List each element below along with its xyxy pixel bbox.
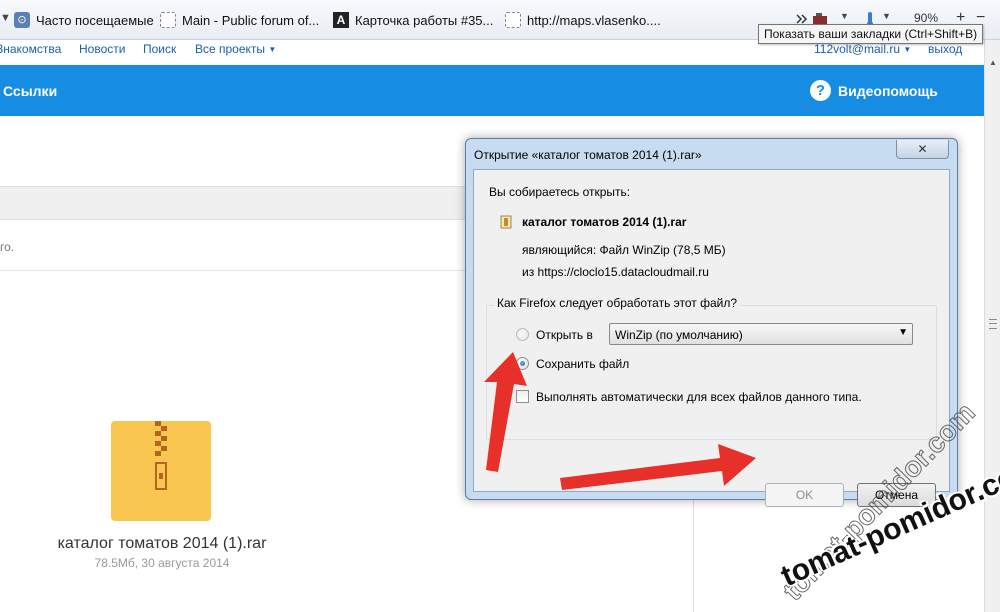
file-source-line: из https://cloclo15.datacloudmail.ru (522, 265, 709, 279)
page-icon (160, 12, 176, 28)
section-title[interactable]: Ссылки (3, 83, 57, 99)
dialog-title: Открытие «каталог томатов 2014 (1).rar» (474, 148, 702, 162)
open-file-dialog: Открытие «каталог томатов 2014 (1).rar» … (465, 138, 958, 507)
save-file-radio[interactable] (516, 357, 529, 370)
scroll-up-icon[interactable]: ▲ (989, 58, 997, 67)
chevron-down-icon: ▼ (898, 327, 908, 338)
a-logo-icon: A (333, 12, 349, 28)
file-name: каталог томатов 2014 (1).rar (57, 535, 267, 552)
nav-news-link[interactable]: Новости (79, 42, 125, 56)
page-icon (505, 12, 521, 28)
bookmark-label: Часто посещаемые (36, 12, 154, 28)
user-email: 112volt@mail.ru (814, 42, 900, 56)
auto-action-checkbox[interactable] (516, 390, 529, 403)
nav-all-projects-label: Все проекты (195, 42, 266, 56)
rar-archive-icon[interactable] (111, 421, 211, 521)
bookmarks-overflow-arrow-icon[interactable]: ▼ (0, 12, 11, 24)
dialog-body: Вы собираетесь открыть: каталог томатов … (473, 169, 950, 507)
most-visited-icon: ⊙ (14, 12, 30, 28)
file-type-line: являющийся: Файл WinZip (78,5 МБ) (522, 243, 726, 257)
caret-down-icon: ▼ (903, 45, 912, 54)
auto-action-label[interactable]: Выполнять автоматически для всех файлов … (536, 390, 862, 404)
save-file-label[interactable]: Сохранить файл (536, 357, 629, 371)
bookmark-label: http://maps.vlasenko.... (527, 12, 661, 28)
vertical-scrollbar[interactable]: ▲ (984, 40, 1000, 612)
open-with-app-select[interactable]: WinZip (по умолчанию) ▼ (609, 323, 913, 345)
nav-all-projects-link[interactable]: Все проекты ▼ (195, 42, 276, 56)
caret-down-icon: ▼ (268, 45, 277, 54)
help-icon[interactable]: ? (810, 80, 831, 101)
bookmark-label: Карточка работы #35... (355, 12, 494, 28)
open-with-app-value: WinZip (по умолчанию) (615, 328, 743, 342)
bookmarks-tooltip: Показать ваши закладки (Ctrl+Shift+B) (758, 24, 984, 44)
intro-text: Вы собираетесь открыть: (489, 185, 631, 199)
cloud-header-bar: Ссылки ? Видеопомощь (0, 65, 984, 116)
close-button[interactable]: ✕ (896, 140, 949, 159)
bookmark-work-card[interactable]: A Карточка работы #35... (333, 11, 493, 29)
logout-link[interactable]: выход (928, 42, 962, 56)
winzip-file-icon (500, 215, 512, 229)
zipper-icon (155, 421, 167, 490)
video-help-link[interactable]: Видеопомощь (838, 83, 938, 99)
bookmark-maps-vlasenko[interactable]: http://maps.vlasenko.... (505, 11, 661, 29)
open-with-radio[interactable] (516, 328, 529, 341)
open-with-label[interactable]: Открыть в (536, 328, 593, 342)
nav-dating-link[interactable]: Знакомства (0, 42, 61, 56)
bookmark-most-visited[interactable]: ⊙ Часто посещаемые (14, 11, 154, 29)
bookmark-label: Main - Public forum of... (182, 12, 320, 28)
action-group-legend: Как Firefox следует обработать этот файл… (494, 296, 741, 310)
bookmark-main-forum[interactable]: Main - Public forum of... (160, 11, 319, 29)
scroll-thumb-grip[interactable] (989, 319, 997, 329)
notice-text-fragment: го. (0, 240, 15, 254)
ok-button[interactable]: OK (765, 483, 844, 507)
nav-search-link[interactable]: Поиск (143, 42, 176, 56)
dialog-file-name: каталог томатов 2014 (1).rar (522, 215, 687, 229)
file-meta: 78.5Мб, 30 августа 2014 (94, 556, 230, 570)
user-email-menu[interactable]: 112volt@mail.ru ▼ (814, 42, 911, 56)
